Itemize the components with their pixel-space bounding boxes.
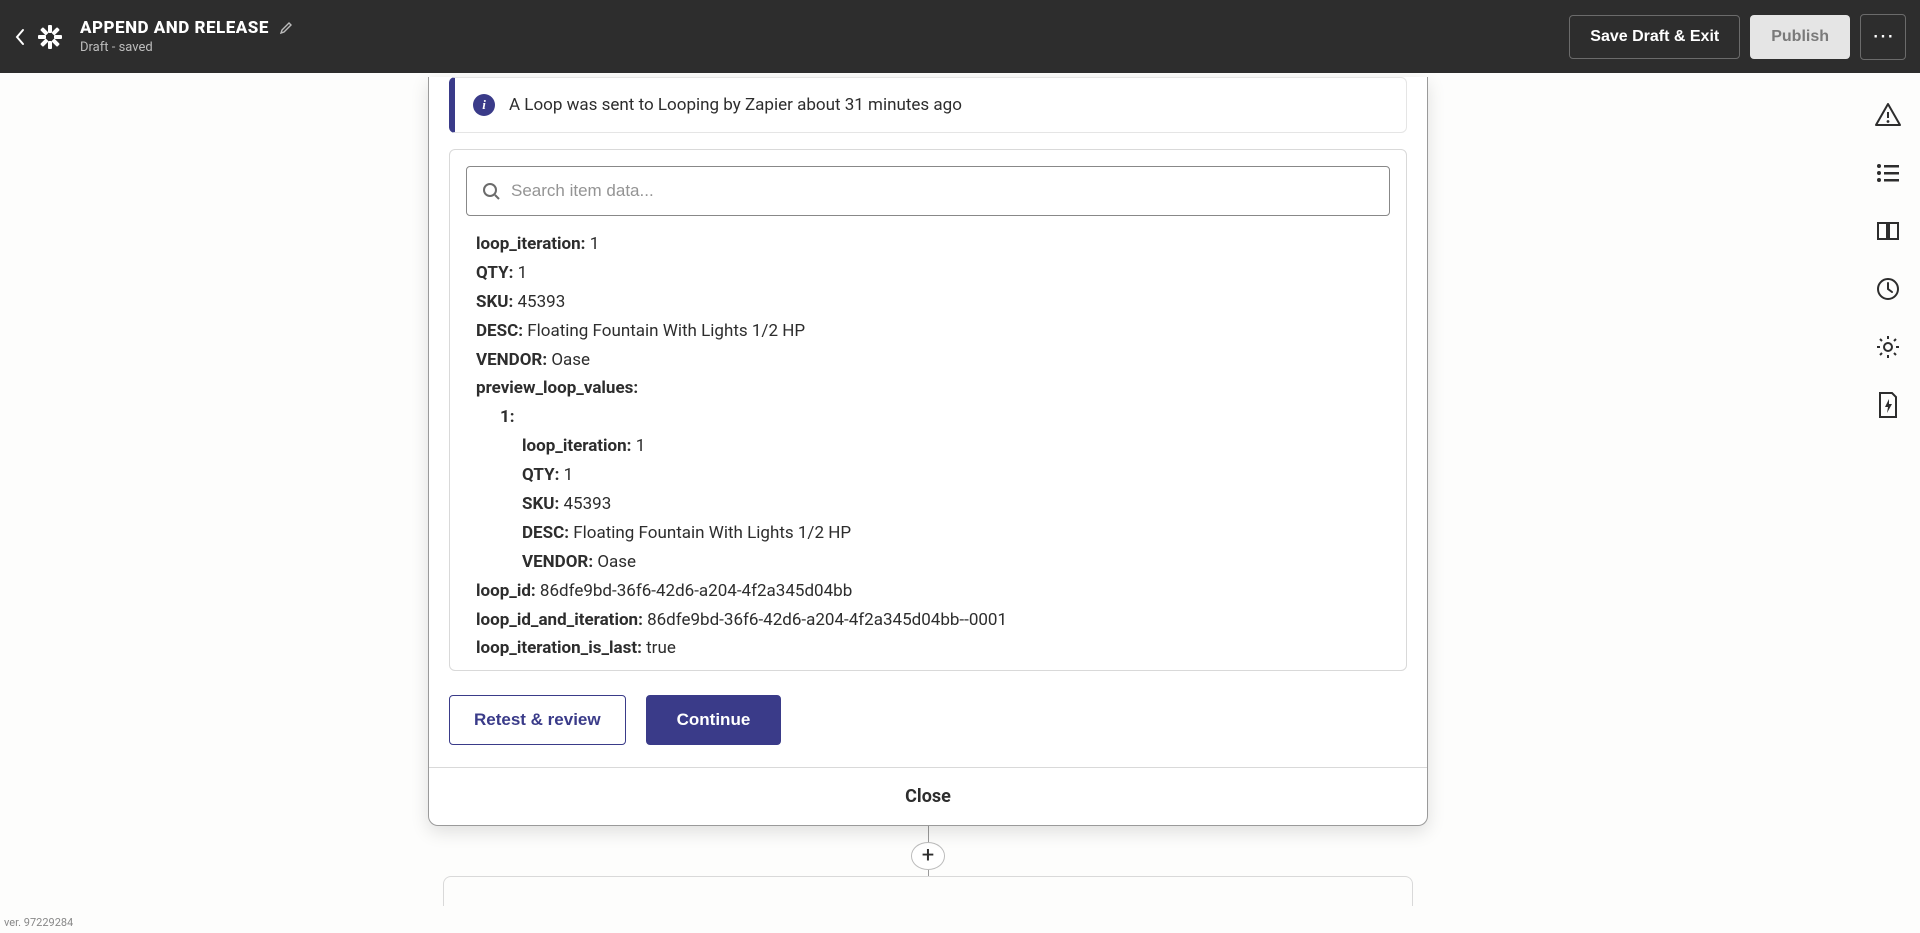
action-row: Retest & review Continue <box>449 695 1407 745</box>
header-left: APPEND AND RELEASE Draft - saved <box>14 18 293 55</box>
editor-canvas[interactable]: i A Loop was sent to Looping by Zapier a… <box>0 73 1856 933</box>
kv-row: DESC: Floating Fountain With Lights 1/2 … <box>476 317 1390 346</box>
top-header: APPEND AND RELEASE Draft - saved Save Dr… <box>0 0 1920 73</box>
publish-button[interactable]: Publish <box>1750 15 1850 59</box>
search-input[interactable] <box>511 181 1375 201</box>
right-rail <box>1856 73 1920 933</box>
continue-button[interactable]: Continue <box>646 695 782 745</box>
gear-icon[interactable] <box>1874 333 1902 361</box>
kv-row: preview_loop_values: <box>476 374 1390 403</box>
plus-icon: + <box>922 843 934 868</box>
title-block: APPEND AND RELEASE Draft - saved <box>80 18 293 55</box>
kv-row: SKU: 45393 <box>476 288 1390 317</box>
save-draft-exit-button[interactable]: Save Draft & Exit <box>1569 15 1740 59</box>
close-button[interactable]: Close <box>429 767 1427 825</box>
banner-text: A Loop was sent to Looping by Zapier abo… <box>509 95 962 115</box>
next-step-card[interactable] <box>443 876 1413 906</box>
header-right: Save Draft & Exit Publish ⋯ <box>1569 14 1906 60</box>
kv-row: SKU: 45393 <box>476 490 1390 519</box>
zapier-logo-icon <box>36 23 64 51</box>
book-icon[interactable] <box>1874 217 1902 245</box>
step-connector: + <box>428 826 1428 876</box>
zap-title[interactable]: APPEND AND RELEASE <box>80 18 269 38</box>
back-button[interactable] <box>14 28 26 46</box>
version-label: ver. 97229284 <box>4 916 73 929</box>
kv-row: DESC: Floating Fountain With Lights 1/2 … <box>476 519 1390 548</box>
kv-row: loop_id: 86dfe9bd-36f6-42d6-a204-4f2a345… <box>476 577 1390 606</box>
data-card: loop_iteration: 1 QTY: 1 SKU: 45393 DESC… <box>449 149 1407 671</box>
connector-line <box>928 870 929 876</box>
kv-row: QTY: 1 <box>476 259 1390 288</box>
kv-row: VENDOR: Oase <box>476 548 1390 577</box>
alert-triangle-icon[interactable] <box>1874 101 1902 129</box>
bolt-file-icon[interactable] <box>1874 391 1902 419</box>
kv-row: QTY: 1 <box>476 461 1390 490</box>
kv-row: loop_id_and_iteration: 86dfe9bd-36f6-42d… <box>476 606 1390 635</box>
more-horizontal-icon: ⋯ <box>1872 24 1894 49</box>
data-key-value-view[interactable]: loop_iteration: 1 QTY: 1 SKU: 45393 DESC… <box>466 226 1390 656</box>
kv-row: VENDOR: Oase <box>476 346 1390 375</box>
zap-title-row: APPEND AND RELEASE <box>80 18 293 38</box>
connector-line <box>928 826 929 842</box>
kv-row: loop_iteration: 1 <box>476 230 1390 259</box>
info-icon: i <box>473 94 495 116</box>
step-panel: i A Loop was sent to Looping by Zapier a… <box>428 77 1428 826</box>
kv-row: loop_iteration_is_last: true <box>476 634 1390 656</box>
zap-status: Draft - saved <box>80 40 293 55</box>
clock-icon[interactable] <box>1874 275 1902 303</box>
list-icon[interactable] <box>1874 159 1902 187</box>
retest-review-button[interactable]: Retest & review <box>449 695 626 745</box>
add-step-button[interactable]: + <box>911 842 945 870</box>
kv-row: loop_iteration: 1 <box>476 432 1390 461</box>
kv-row: 1: <box>476 403 1390 432</box>
more-menu-button[interactable]: ⋯ <box>1860 14 1906 60</box>
test-result-banner: i A Loop was sent to Looping by Zapier a… <box>449 77 1407 133</box>
edit-title-icon[interactable] <box>279 21 293 35</box>
search-icon <box>481 181 501 201</box>
search-box[interactable] <box>466 166 1390 216</box>
